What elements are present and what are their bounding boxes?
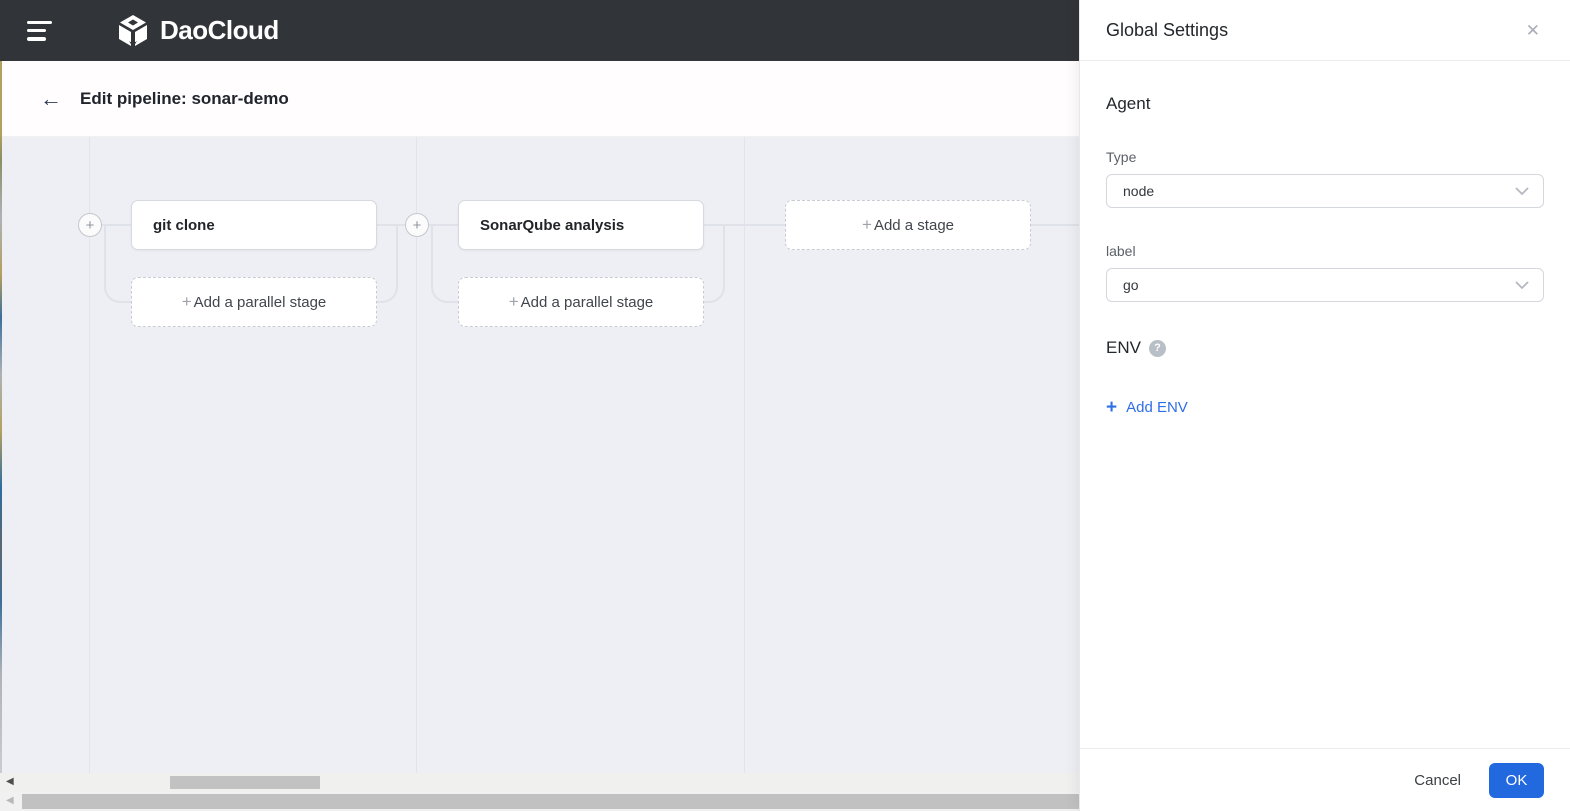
env-section: ENV ?	[1106, 338, 1544, 358]
help-icon[interactable]: ?	[1148, 339, 1166, 357]
back-arrow-icon[interactable]: ←	[34, 82, 68, 116]
plus-icon: +	[508, 292, 519, 311]
insert-stage-button[interactable]: +	[78, 213, 102, 237]
add-stage-label: Add a stage	[873, 216, 954, 234]
menu-icon[interactable]	[27, 20, 53, 41]
env-heading: ENV	[1106, 338, 1141, 357]
scrollbar-thumb[interactable]	[170, 776, 320, 789]
panel-body: Agent Type node label go ENV ? + Add ENV	[1080, 94, 1570, 418]
stage-card-sonarqube-analysis[interactable]: SonarQube analysis	[458, 200, 704, 250]
cancel-button[interactable]: Cancel	[1414, 772, 1461, 789]
stage-name: git clone	[153, 216, 215, 234]
add-env-label: Add ENV	[1126, 399, 1188, 416]
plus-icon: +	[1106, 397, 1118, 418]
canvas-horizontal-scrollbar[interactable]: ◀	[0, 773, 1079, 792]
scrollbar-thumb[interactable]	[22, 794, 1079, 809]
label-label: label	[1106, 243, 1136, 259]
chevron-down-icon	[1515, 187, 1529, 195]
column-divider	[744, 137, 745, 773]
scroll-left-icon[interactable]: ◀	[6, 795, 14, 806]
global-settings-panel: Global Settings ✕ Agent Type node label …	[1079, 0, 1570, 811]
add-stage-button[interactable]: + Add a stage	[785, 200, 1031, 250]
insert-stage-button[interactable]: +	[405, 213, 429, 237]
chevron-down-icon	[1515, 281, 1529, 289]
stage-card-git-clone[interactable]: git clone	[131, 200, 377, 250]
top-navbar: DaoCloud	[0, 0, 1079, 61]
brand-name: DaoCloud	[160, 15, 279, 45]
add-parallel-stage-label: Add a parallel stage	[520, 293, 654, 311]
daocloud-logo-icon	[119, 14, 147, 47]
panel-footer: Cancel OK	[1080, 748, 1570, 811]
plus-icon: +	[85, 216, 95, 234]
label-select-value: go	[1123, 277, 1139, 293]
agent-heading: Agent	[1106, 94, 1151, 113]
panel-title: Global Settings	[1106, 19, 1229, 40]
panel-header: Global Settings ✕	[1080, 0, 1570, 61]
page-title: Edit pipeline: sonar-demo	[80, 88, 289, 108]
page-edge-strip	[0, 61, 2, 773]
page-header: ← Edit pipeline: sonar-demo	[0, 61, 1079, 137]
type-label: Type	[1106, 149, 1137, 165]
type-select[interactable]: node	[1106, 174, 1544, 208]
ok-button[interactable]: OK	[1489, 762, 1544, 798]
plus-icon: +	[412, 216, 422, 234]
scroll-left-icon[interactable]: ◀	[6, 776, 14, 787]
add-parallel-stage-label: Add a parallel stage	[193, 293, 327, 311]
plus-icon: +	[862, 215, 872, 234]
add-parallel-stage-button[interactable]: + Add a parallel stage	[131, 277, 377, 327]
plus-icon: +	[181, 292, 192, 311]
stage-name: SonarQube analysis	[480, 216, 625, 234]
daocloud-brand[interactable]: DaoCloud	[115, 13, 279, 49]
label-select[interactable]: go	[1106, 268, 1544, 302]
add-parallel-stage-button[interactable]: + Add a parallel stage	[458, 277, 704, 327]
type-select-value: node	[1123, 183, 1155, 199]
pipeline-canvas[interactable]: git clone SonarQube analysis + Add a sta…	[0, 137, 1079, 773]
add-env-button[interactable]: + Add ENV	[1106, 398, 1188, 417]
close-icon[interactable]: ✕	[1522, 18, 1544, 43]
